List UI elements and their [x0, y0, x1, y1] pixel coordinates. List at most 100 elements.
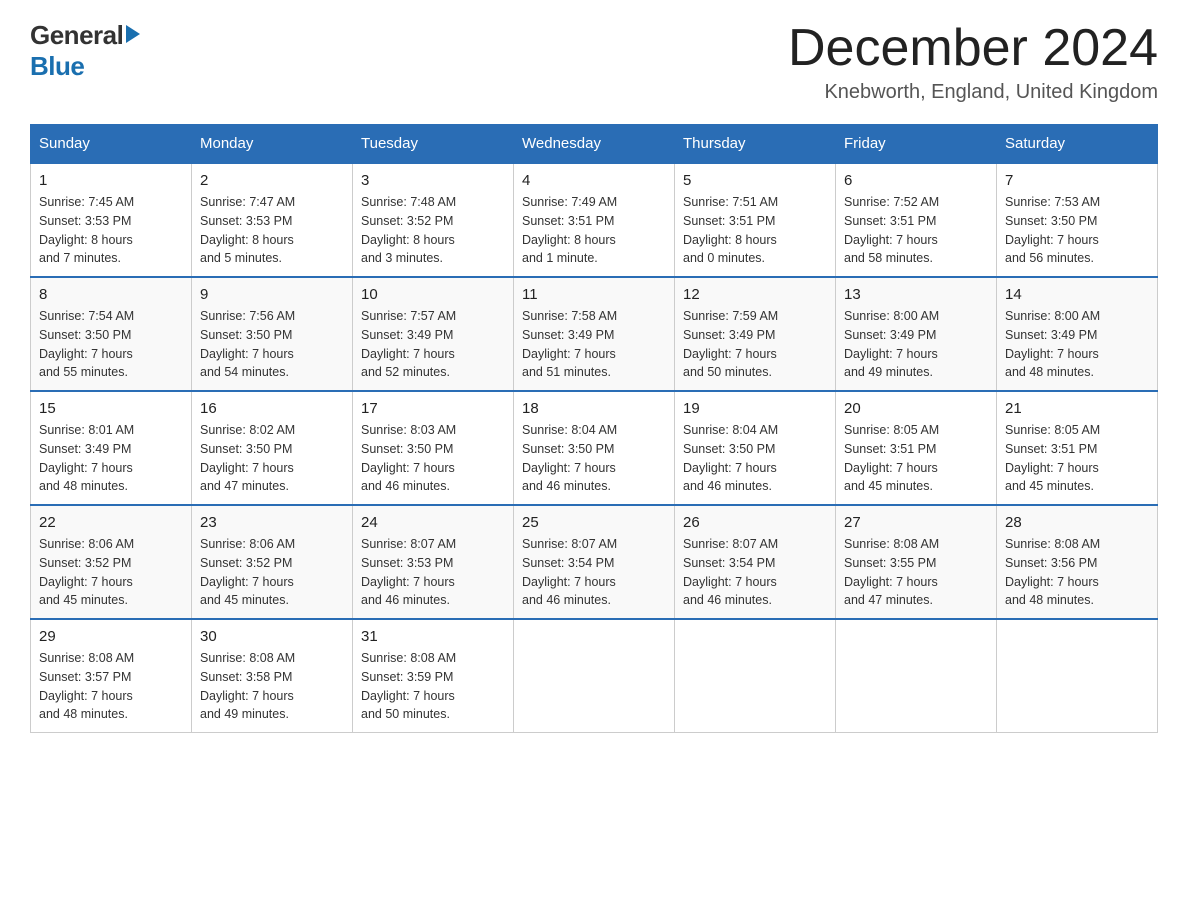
calendar-cell: 31 Sunrise: 8:08 AM Sunset: 3:59 PM Dayli…	[353, 619, 514, 733]
day-number: 27	[844, 514, 988, 531]
day-number: 31	[361, 628, 505, 645]
day-number: 17	[361, 400, 505, 417]
calendar-cell: 13Sunrise: 8:00 AM Sunset: 3:49 PM Dayli…	[836, 277, 997, 391]
calendar-cell: 19 Sunrise: 8:04 AM Sunset: 3:50 PM Dayli…	[675, 391, 836, 505]
calendar-cell: 18 Sunrise: 8:04 AM Sunset: 3:50 PM Dayli…	[514, 391, 675, 505]
calendar-table: SundayMondayTuesdayWednesdayThursdayFrid…	[30, 124, 1158, 733]
day-number: 11	[522, 286, 666, 303]
calendar-cell: 30 Sunrise: 8:08 AM Sunset: 3:58 PM Dayli…	[192, 619, 353, 733]
col-header-saturday: Saturday	[997, 125, 1158, 164]
calendar-cell	[997, 619, 1158, 733]
day-number: 18	[522, 400, 666, 417]
col-header-tuesday: Tuesday	[353, 125, 514, 164]
day-number: 15	[39, 400, 183, 417]
day-info: Sunrise: 8:08 AM Sunset: 3:56 PM Dayligh…	[1005, 535, 1149, 610]
calendar-cell: 17Sunrise: 8:03 AM Sunset: 3:50 PM Dayli…	[353, 391, 514, 505]
day-number: 5	[683, 172, 827, 189]
calendar-cell: 29 Sunrise: 8:08 AM Sunset: 3:57 PM Dayli…	[31, 619, 192, 733]
calendar-cell: 26Sunrise: 8:07 AM Sunset: 3:54 PM Dayli…	[675, 505, 836, 619]
month-title: December 2024	[788, 20, 1158, 77]
calendar-cell: 8 Sunrise: 7:54 AM Sunset: 3:50 PM Daylig…	[31, 277, 192, 391]
day-number: 12	[683, 286, 827, 303]
day-number: 20	[844, 400, 988, 417]
day-number: 22	[39, 514, 183, 531]
calendar-cell	[836, 619, 997, 733]
day-number: 25	[522, 514, 666, 531]
logo-general: General	[30, 20, 123, 51]
day-info: Sunrise: 8:04 AM Sunset: 3:50 PM Dayligh…	[522, 421, 666, 496]
calendar-cell: 14 Sunrise: 8:00 AM Sunset: 3:49 PM Dayli…	[997, 277, 1158, 391]
col-header-wednesday: Wednesday	[514, 125, 675, 164]
day-info: Sunrise: 7:49 AM Sunset: 3:51 PM Dayligh…	[522, 193, 666, 268]
day-info: Sunrise: 7:47 AM Sunset: 3:53 PM Dayligh…	[200, 193, 344, 268]
week-row-3: 15 Sunrise: 8:01 AM Sunset: 3:49 PM Dayli…	[31, 391, 1158, 505]
day-info: Sunrise: 8:06 AM Sunset: 3:52 PM Dayligh…	[39, 535, 183, 610]
day-info: Sunrise: 7:53 AM Sunset: 3:50 PM Dayligh…	[1005, 193, 1149, 268]
calendar-cell: 6Sunrise: 7:52 AM Sunset: 3:51 PM Daylig…	[836, 163, 997, 277]
calendar-cell: 3 Sunrise: 7:48 AM Sunset: 3:52 PM Daylig…	[353, 163, 514, 277]
calendar-cell: 28Sunrise: 8:08 AM Sunset: 3:56 PM Dayli…	[997, 505, 1158, 619]
col-header-thursday: Thursday	[675, 125, 836, 164]
day-info: Sunrise: 8:05 AM Sunset: 3:51 PM Dayligh…	[844, 421, 988, 496]
day-info: Sunrise: 8:05 AM Sunset: 3:51 PM Dayligh…	[1005, 421, 1149, 496]
day-number: 30	[200, 628, 344, 645]
week-row-1: 1Sunrise: 7:45 AM Sunset: 3:53 PM Daylig…	[31, 163, 1158, 277]
day-info: Sunrise: 7:48 AM Sunset: 3:52 PM Dayligh…	[361, 193, 505, 268]
day-number: 9	[200, 286, 344, 303]
day-number: 4	[522, 172, 666, 189]
calendar-cell	[675, 619, 836, 733]
logo: General Blue	[30, 20, 140, 82]
calendar-cell: 24Sunrise: 8:07 AM Sunset: 3:53 PM Dayli…	[353, 505, 514, 619]
day-info: Sunrise: 8:07 AM Sunset: 3:53 PM Dayligh…	[361, 535, 505, 610]
day-number: 26	[683, 514, 827, 531]
day-info: Sunrise: 7:56 AM Sunset: 3:50 PM Dayligh…	[200, 307, 344, 382]
calendar-cell: 15 Sunrise: 8:01 AM Sunset: 3:49 PM Dayli…	[31, 391, 192, 505]
calendar-cell: 10Sunrise: 7:57 AM Sunset: 3:49 PM Dayli…	[353, 277, 514, 391]
calendar-header-row: SundayMondayTuesdayWednesdayThursdayFrid…	[31, 125, 1158, 164]
logo-blue: Blue	[30, 51, 140, 82]
day-number: 19	[683, 400, 827, 417]
calendar-cell: 2 Sunrise: 7:47 AM Sunset: 3:53 PM Daylig…	[192, 163, 353, 277]
day-info: Sunrise: 7:54 AM Sunset: 3:50 PM Dayligh…	[39, 307, 183, 382]
day-info: Sunrise: 8:04 AM Sunset: 3:50 PM Dayligh…	[683, 421, 827, 496]
calendar-cell: 7 Sunrise: 7:53 AM Sunset: 3:50 PM Daylig…	[997, 163, 1158, 277]
col-header-sunday: Sunday	[31, 125, 192, 164]
day-info: Sunrise: 8:07 AM Sunset: 3:54 PM Dayligh…	[522, 535, 666, 610]
day-info: Sunrise: 7:58 AM Sunset: 3:49 PM Dayligh…	[522, 307, 666, 382]
calendar-cell: 4 Sunrise: 7:49 AM Sunset: 3:51 PM Daylig…	[514, 163, 675, 277]
day-number: 8	[39, 286, 183, 303]
calendar-cell: 27 Sunrise: 8:08 AM Sunset: 3:55 PM Dayli…	[836, 505, 997, 619]
day-info: Sunrise: 7:59 AM Sunset: 3:49 PM Dayligh…	[683, 307, 827, 382]
day-number: 23	[200, 514, 344, 531]
day-number: 2	[200, 172, 344, 189]
col-header-friday: Friday	[836, 125, 997, 164]
title-block: December 2024 Knebworth, England, United…	[788, 20, 1158, 104]
day-number: 16	[200, 400, 344, 417]
day-info: Sunrise: 8:08 AM Sunset: 3:58 PM Dayligh…	[200, 649, 344, 724]
day-info: Sunrise: 8:06 AM Sunset: 3:52 PM Dayligh…	[200, 535, 344, 610]
calendar-cell: 25 Sunrise: 8:07 AM Sunset: 3:54 PM Dayli…	[514, 505, 675, 619]
day-info: Sunrise: 8:08 AM Sunset: 3:59 PM Dayligh…	[361, 649, 505, 724]
calendar-cell: 22 Sunrise: 8:06 AM Sunset: 3:52 PM Dayli…	[31, 505, 192, 619]
day-number: 7	[1005, 172, 1149, 189]
day-number: 6	[844, 172, 988, 189]
day-info: Sunrise: 8:02 AM Sunset: 3:50 PM Dayligh…	[200, 421, 344, 496]
day-info: Sunrise: 8:08 AM Sunset: 3:57 PM Dayligh…	[39, 649, 183, 724]
calendar-cell: 1Sunrise: 7:45 AM Sunset: 3:53 PM Daylig…	[31, 163, 192, 277]
day-info: Sunrise: 8:00 AM Sunset: 3:49 PM Dayligh…	[1005, 307, 1149, 382]
calendar-cell	[514, 619, 675, 733]
day-number: 1	[39, 172, 183, 189]
day-number: 14	[1005, 286, 1149, 303]
week-row-5: 29 Sunrise: 8:08 AM Sunset: 3:57 PM Dayli…	[31, 619, 1158, 733]
day-number: 3	[361, 172, 505, 189]
page-header: General Blue December 2024 Knebworth, En…	[30, 20, 1158, 104]
day-info: Sunrise: 8:08 AM Sunset: 3:55 PM Dayligh…	[844, 535, 988, 610]
day-info: Sunrise: 8:00 AM Sunset: 3:49 PM Dayligh…	[844, 307, 988, 382]
calendar-cell: 5Sunrise: 7:51 AM Sunset: 3:51 PM Daylig…	[675, 163, 836, 277]
day-number: 29	[39, 628, 183, 645]
col-header-monday: Monday	[192, 125, 353, 164]
day-info: Sunrise: 8:01 AM Sunset: 3:49 PM Dayligh…	[39, 421, 183, 496]
week-row-4: 22 Sunrise: 8:06 AM Sunset: 3:52 PM Dayli…	[31, 505, 1158, 619]
calendar-cell: 16 Sunrise: 8:02 AM Sunset: 3:50 PM Dayli…	[192, 391, 353, 505]
calendar-cell: 20 Sunrise: 8:05 AM Sunset: 3:51 PM Dayli…	[836, 391, 997, 505]
